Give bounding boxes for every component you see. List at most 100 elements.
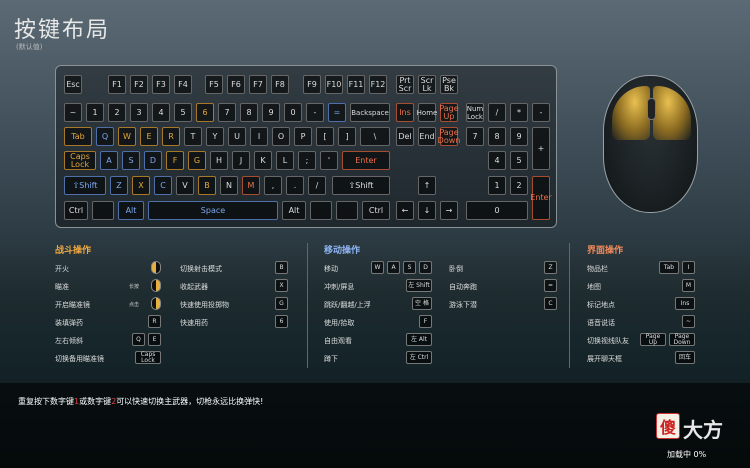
key-prt-scr: Prt Scr: [396, 75, 414, 94]
mouse-left-button-icon: [612, 86, 650, 140]
key-l: L: [276, 151, 294, 170]
keycap: Q: [132, 333, 145, 346]
key-k: K: [254, 151, 272, 170]
key-f3: F3: [152, 75, 170, 94]
key-tab: Tab: [64, 127, 92, 146]
key-end: End: [418, 127, 436, 146]
keycap: 回车: [675, 351, 695, 364]
control-label: 自由观看: [324, 337, 352, 345]
key-del: Del: [396, 127, 414, 146]
keycap: 空 格: [412, 297, 432, 310]
key-]: ]: [338, 127, 356, 146]
logo-text: 大方: [683, 418, 723, 442]
key-ins: Ins: [396, 103, 414, 122]
key-z: Z: [110, 176, 128, 195]
key-f10: F10: [325, 75, 343, 94]
control-note: 点击: [129, 302, 140, 308]
key-~: ~: [64, 103, 82, 122]
key-j: J: [232, 151, 250, 170]
key-num-lock: Num Lock: [466, 103, 484, 122]
key-8: 8: [488, 127, 506, 146]
key-g: G: [188, 151, 206, 170]
keycap: S: [403, 261, 416, 274]
control-label: 地图: [587, 283, 601, 291]
key-f12: F12: [369, 75, 387, 94]
key-5: 5: [174, 103, 192, 122]
keycap: Ins: [675, 297, 695, 310]
key-f6: F6: [227, 75, 245, 94]
control-label: 快速使用投掷物: [180, 301, 229, 309]
control-label: 开启瞄准镜: [55, 301, 90, 309]
control-label: 蹲下: [324, 355, 338, 363]
page-subtitle: (默认值): [16, 43, 43, 51]
keycap: 左 Ctrl: [406, 351, 432, 364]
key-f1: F1: [108, 75, 126, 94]
key-y: Y: [206, 127, 224, 146]
key-t: T: [184, 127, 202, 146]
key-.: .: [286, 176, 304, 195]
key-9: 9: [262, 103, 280, 122]
key-n: N: [220, 176, 238, 195]
control-label: 自动奔跑: [449, 283, 477, 291]
key-page-up: Page Up: [439, 103, 459, 122]
key-alt: Alt: [282, 201, 306, 220]
key-f9: F9: [303, 75, 321, 94]
key-=: =: [328, 103, 346, 122]
control-label: 切换备用瞄准镜: [55, 355, 104, 363]
key-7: 7: [466, 127, 484, 146]
mouse-left-icon: [151, 261, 161, 274]
mouse-icon: [603, 75, 698, 213]
keycap: Page Up: [640, 333, 666, 346]
control-label: 收起武器: [180, 283, 208, 291]
key-d: D: [144, 151, 162, 170]
mouse-wheel-icon: [647, 98, 656, 120]
key--: -: [306, 103, 324, 122]
control-label: 移动: [324, 265, 338, 273]
keycap: Caps Lock: [135, 351, 161, 364]
keycap: Tab: [659, 261, 679, 274]
key-s: S: [122, 151, 140, 170]
key-o: O: [272, 127, 290, 146]
key-blank: [92, 201, 114, 220]
key-f2: F2: [130, 75, 148, 94]
key-q: Q: [96, 127, 114, 146]
key-m: M: [242, 176, 260, 195]
section-divider: [569, 243, 570, 368]
key-p: P: [294, 127, 312, 146]
key-f: F: [166, 151, 184, 170]
key-↓: ↓: [418, 201, 436, 220]
control-label: 卧倒: [449, 265, 463, 273]
key-ctrl: Ctrl: [362, 201, 390, 220]
keycap: =: [544, 279, 557, 292]
key-⇧shift: ⇧Shift: [64, 176, 106, 195]
key-⇧shift: ⇧Shift: [332, 176, 390, 195]
control-label: 开火: [55, 265, 69, 273]
keycap: Z: [544, 261, 557, 274]
key-enter: Enter: [342, 151, 390, 170]
control-label: 语音说话: [587, 319, 615, 327]
control-label: 物品栏: [587, 265, 608, 273]
control-label: 标记地点: [587, 301, 615, 309]
keycap: R: [148, 315, 161, 328]
keycap: G: [275, 297, 288, 310]
key-f8: F8: [271, 75, 289, 94]
key-enter: Enter: [530, 176, 552, 220]
key-4: 4: [152, 103, 170, 122]
key-w: W: [118, 127, 136, 146]
key-6: 6: [196, 103, 214, 122]
page-title: 按键布局: [14, 18, 111, 43]
control-label: 装填弹药: [55, 319, 83, 327]
key-f4: F4: [174, 75, 192, 94]
key-x: X: [132, 176, 150, 195]
control-label: 游泳下潜: [449, 301, 477, 309]
keyboard-diagram: Esc F1 F2 F3 F4 F5 F6 F7 F8 F9 F10 F11 F12 Prt Scr Scr…: [55, 65, 557, 228]
section-divider: [307, 243, 308, 368]
key-;: ;: [298, 151, 316, 170]
keycap: Page Down: [669, 333, 695, 346]
control-label: 跳跃/翻越/上浮: [324, 301, 371, 309]
key-[: [: [316, 127, 334, 146]
key-u: U: [228, 127, 246, 146]
control-label: 切换射击模式: [180, 265, 222, 273]
key--: -: [532, 103, 550, 122]
key-5: 5: [510, 151, 528, 170]
